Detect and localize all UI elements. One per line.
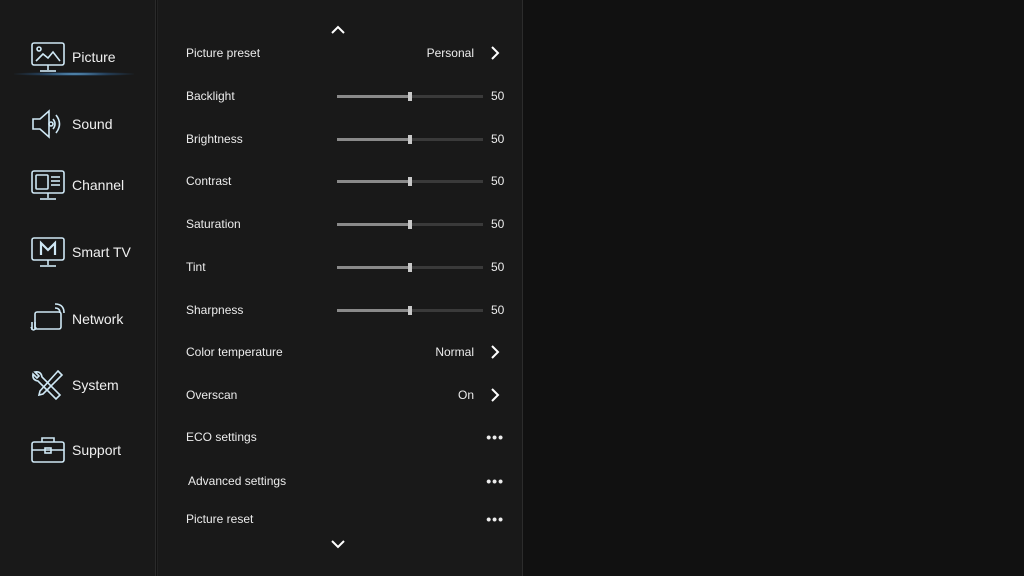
sidebar-item-label: Network	[72, 311, 124, 327]
sidebar-item-label: Smart TV	[72, 244, 131, 260]
more-options-icon: •••	[486, 511, 504, 527]
setting-tint[interactable]: Tint 50	[186, 255, 504, 279]
contrast-slider[interactable]	[337, 177, 483, 186]
sidebar-item-sound[interactable]: Sound	[28, 104, 148, 144]
setting-label: Overscan	[186, 388, 238, 402]
setting-sharpness[interactable]: Sharpness 50	[186, 298, 504, 322]
setting-value: 50	[491, 260, 505, 274]
setting-label: Backlight	[186, 89, 235, 103]
sidebar-item-label: Picture	[72, 49, 116, 65]
slider-thumb[interactable]	[408, 135, 412, 144]
sidebar-item-label: Channel	[72, 177, 125, 193]
setting-label: Advanced settings	[188, 474, 287, 488]
setting-label: Contrast	[186, 174, 232, 188]
sidebar-item-network[interactable]: Network	[28, 299, 148, 339]
sidebar-item-system[interactable]: System	[28, 365, 148, 405]
sidebar-item-label: System	[72, 377, 119, 393]
scroll-down-icon[interactable]	[330, 539, 346, 549]
setting-picture-preset[interactable]: Picture preset Personal	[186, 41, 504, 65]
tint-slider[interactable]	[337, 263, 483, 272]
setting-saturation[interactable]: Saturation 50	[186, 212, 504, 236]
setting-value: Personal	[426, 46, 474, 60]
setting-value: 50	[491, 303, 505, 317]
tv-channel-icon	[28, 168, 68, 202]
more-options-icon: •••	[486, 429, 504, 445]
setting-label: Color temperature	[186, 345, 283, 359]
setting-eco[interactable]: ECO settings •••	[186, 425, 504, 449]
slider-thumb[interactable]	[408, 220, 412, 229]
more-options-icon: •••	[486, 473, 504, 489]
setting-label: Tint	[186, 260, 206, 274]
sidebar-item-channel[interactable]: Channel	[28, 165, 148, 205]
setting-picture-reset[interactable]: Picture reset •••	[186, 507, 504, 531]
setting-label: Sharpness	[186, 303, 244, 317]
speaker-icon	[28, 107, 68, 141]
setting-backlight[interactable]: Backlight 50	[186, 84, 504, 108]
slider-thumb[interactable]	[408, 177, 412, 186]
setting-value: Normal	[435, 345, 474, 359]
sidebar-menu: Picture Sound Channel Smart TV Network S…	[0, 0, 156, 576]
brightness-slider[interactable]	[337, 135, 483, 144]
picture-icon	[28, 40, 68, 74]
sidebar-item-label: Support	[72, 442, 122, 458]
slider-thumb[interactable]	[408, 92, 412, 101]
tools-icon	[28, 368, 68, 402]
setting-color-temperature[interactable]: Color temperature Normal	[186, 340, 504, 364]
smart-tv-icon	[28, 235, 68, 269]
picture-settings-panel: Picture preset Personal Backlight 50 Bri…	[157, 0, 523, 576]
backlight-slider[interactable]	[337, 92, 483, 101]
setting-label: Brightness	[186, 132, 243, 146]
slider-thumb[interactable]	[408, 306, 412, 315]
setting-value: 50	[491, 89, 505, 103]
chevron-right-icon	[491, 46, 500, 60]
sidebar-item-picture[interactable]: Picture	[28, 37, 148, 77]
setting-label: ECO settings	[186, 430, 257, 444]
sidebar-item-label: Sound	[72, 116, 113, 132]
setting-contrast[interactable]: Contrast 50	[186, 169, 504, 193]
setting-label: Picture reset	[186, 512, 254, 526]
setting-overscan[interactable]: Overscan On	[186, 383, 504, 407]
scroll-up-icon[interactable]	[330, 24, 346, 34]
saturation-slider[interactable]	[337, 220, 483, 229]
sidebar-item-support[interactable]: Support	[28, 430, 148, 470]
sharpness-slider[interactable]	[337, 306, 483, 315]
setting-value: 50	[491, 174, 505, 188]
setting-value: 50	[491, 217, 505, 231]
chevron-right-icon	[491, 345, 500, 359]
setting-value: 50	[491, 132, 505, 146]
toolbox-icon	[28, 433, 68, 467]
setting-advanced[interactable]: Advanced settings •••	[188, 469, 504, 493]
slider-thumb[interactable]	[408, 263, 412, 272]
sidebar-item-smart-tv[interactable]: Smart TV	[28, 232, 148, 272]
network-icon	[28, 302, 68, 336]
setting-label: Picture preset	[186, 46, 261, 60]
setting-label: Saturation	[186, 217, 241, 231]
setting-brightness[interactable]: Brightness 50	[186, 127, 504, 151]
chevron-right-icon	[491, 388, 500, 402]
setting-value: On	[457, 388, 474, 402]
